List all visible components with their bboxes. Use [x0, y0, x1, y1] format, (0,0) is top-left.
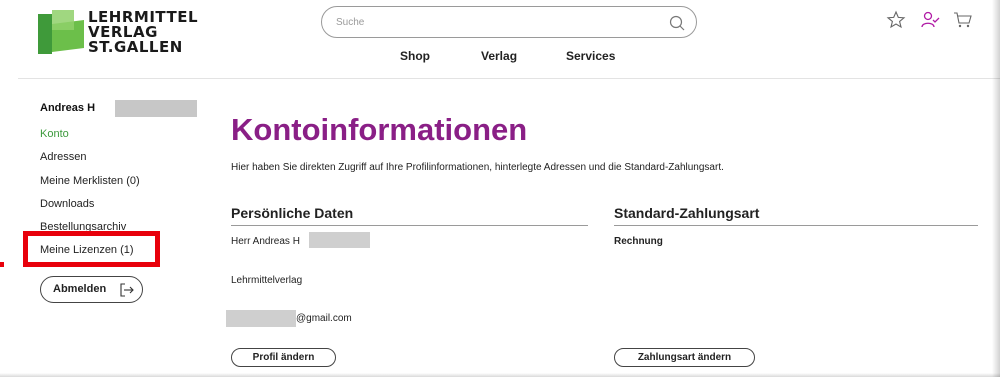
- page-title: Kontoinformationen: [231, 112, 528, 147]
- redaction-mask: [226, 310, 296, 327]
- personal-email: @gmail.com: [296, 313, 352, 324]
- search-box: [321, 6, 697, 38]
- sidebar-item-downloads[interactable]: Downloads: [40, 198, 94, 210]
- change-payment-button[interactable]: Zahlungsart ändern: [614, 348, 755, 367]
- window-edge-shadow: [992, 0, 1000, 377]
- edit-profile-button[interactable]: Profil ändern: [231, 348, 336, 367]
- sidebar-item-adressen[interactable]: Adressen: [40, 151, 86, 163]
- logout-icon: [120, 283, 134, 297]
- user-check-icon[interactable]: [920, 10, 940, 30]
- annotation-mark: [0, 262, 4, 267]
- user-name: Andreas H: [40, 102, 96, 114]
- payment-divider: [614, 225, 978, 226]
- payment-method: Rechnung: [614, 236, 663, 247]
- logout-label: Abmelden: [53, 283, 107, 295]
- personal-company: Lehrmittelverlag: [231, 275, 303, 286]
- cart-icon[interactable]: [953, 10, 973, 30]
- window-bottom-shadow: [0, 373, 1000, 377]
- star-icon[interactable]: [886, 10, 906, 30]
- highlight-annotation: [23, 231, 160, 267]
- header-divider: [18, 78, 1000, 79]
- logo-line-3: ST.GALLEN: [88, 38, 183, 56]
- logout-button[interactable]: Abmelden: [40, 276, 143, 303]
- sidebar-item-merklisten[interactable]: Meine Merklisten (0): [40, 175, 140, 187]
- logo-text: LEHRMITTEL VERLAG ST.GALLEN: [88, 10, 198, 55]
- logo-mark: [38, 10, 84, 54]
- redaction-mask: [115, 100, 197, 117]
- nav-services[interactable]: Services: [566, 49, 615, 63]
- personal-data-title: Persönliche Daten: [231, 205, 354, 221]
- logo[interactable]: LEHRMITTEL VERLAG ST.GALLEN: [38, 8, 198, 58]
- nav-shop[interactable]: Shop: [400, 49, 430, 63]
- site-header: LEHRMITTEL VERLAG ST.GALLEN Shop Verlag …: [0, 0, 1000, 78]
- personal-data-divider: [231, 225, 588, 226]
- page-intro: Hier haben Sie direkten Zugriff auf Ihre…: [231, 162, 724, 173]
- personal-name: Herr Andreas H: [231, 236, 300, 247]
- payment-title: Standard-Zahlungsart: [614, 205, 760, 221]
- search-input[interactable]: [336, 13, 656, 31]
- redaction-mask: [309, 232, 370, 248]
- sidebar-item-konto[interactable]: Konto: [40, 128, 69, 140]
- search-icon[interactable]: [668, 14, 686, 32]
- nav-verlag[interactable]: Verlag: [481, 49, 517, 63]
